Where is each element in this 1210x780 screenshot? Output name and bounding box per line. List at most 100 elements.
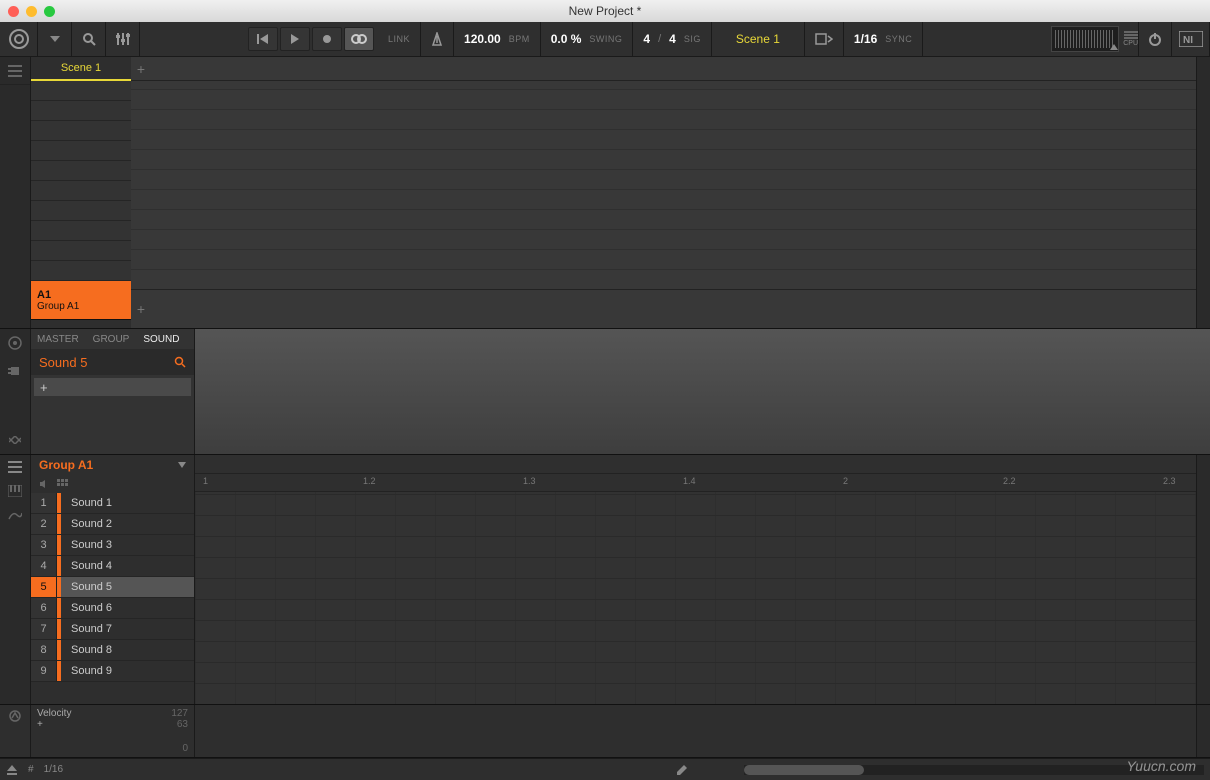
follow-button[interactable]: [805, 22, 844, 56]
sound-row[interactable]: 6 Sound 6: [31, 598, 194, 619]
sound-number: 3: [31, 535, 57, 555]
tab-sound[interactable]: SOUND: [143, 334, 179, 345]
track-row[interactable]: [31, 261, 131, 281]
pattern-view-icon[interactable]: [0, 455, 30, 479]
sound-number: 2: [31, 514, 57, 534]
power-button[interactable]: [1138, 22, 1172, 56]
record-button[interactable]: [312, 27, 342, 51]
arranger-grid[interactable]: [131, 81, 1196, 289]
loop-button[interactable]: [344, 27, 374, 51]
eject-icon[interactable]: [6, 765, 18, 775]
sound-name: Sound 6: [61, 602, 112, 614]
sound-number: 8: [31, 640, 57, 660]
speaker-icon[interactable]: [39, 479, 49, 489]
ruler-tick: 2: [843, 476, 848, 486]
velocity-icon[interactable]: [0, 705, 31, 757]
tab-group[interactable]: GROUP: [93, 334, 130, 345]
track-row[interactable]: [31, 101, 131, 121]
horizontal-scrollbar[interactable]: [744, 765, 1204, 775]
add-scene-button[interactable]: +: [131, 61, 151, 77]
track-row[interactable]: [31, 201, 131, 221]
keyboard-view-icon[interactable]: [0, 479, 30, 503]
velocity-grid[interactable]: [195, 705, 1196, 757]
scene-tab[interactable]: Scene 1: [31, 57, 131, 81]
grid-field[interactable]: 1/16SYNC: [844, 22, 923, 56]
scene-display[interactable]: Scene 1: [712, 22, 805, 56]
sound-row[interactable]: 4Sound 4: [31, 556, 194, 577]
metronome-button[interactable]: [421, 22, 454, 56]
link-button[interactable]: LINK: [374, 22, 421, 56]
sound-name: Sound 7: [61, 623, 112, 635]
pattern-group-title[interactable]: Group A1: [31, 455, 194, 475]
arranger-view-icon[interactable]: [0, 57, 30, 85]
sound-number: 6: [31, 598, 57, 618]
swing-field[interactable]: 0.0 %SWING: [541, 22, 634, 56]
chevron-down-icon[interactable]: [178, 462, 186, 468]
svg-text:NI: NI: [1183, 35, 1193, 46]
pattern-grid[interactable]: [195, 492, 1196, 704]
ruler-tick: 2.2: [1003, 476, 1016, 486]
footer-grid-value[interactable]: 1/16: [44, 764, 63, 775]
sound-name: Sound 3: [61, 539, 112, 551]
plugin-area[interactable]: [195, 329, 1210, 454]
window-title: New Project *: [0, 4, 1210, 18]
restart-button[interactable]: [248, 27, 278, 51]
maschine-logo-icon[interactable]: [0, 22, 38, 56]
sound-number: 5: [31, 577, 57, 597]
arranger-scrollbar[interactable]: [1196, 57, 1210, 328]
minimize-window-button[interactable]: [26, 6, 37, 17]
pattern-ruler[interactable]: 11.21.31.422.22.3: [195, 455, 1196, 492]
sound-row[interactable]: 7Sound 7: [31, 619, 194, 640]
pattern-scrollbar[interactable]: [1196, 455, 1210, 704]
sound-row[interactable]: 3 Sound 3: [31, 535, 194, 556]
channel-icon[interactable]: [0, 329, 30, 357]
sound-number: 9: [31, 661, 57, 681]
time-signature-field[interactable]: 4/4SIG: [633, 22, 711, 56]
sound-row[interactable]: 5 Sound 5: [31, 577, 194, 598]
sound-name: Sound 2: [61, 518, 112, 530]
tempo-field[interactable]: 120.00BPM: [454, 22, 541, 56]
main-toolbar: LINK 120.00BPM 0.0 %SWING 4/4SIG Scene 1…: [0, 22, 1210, 57]
velocity-lane: Velocity127 +63 0: [0, 705, 1210, 758]
dropdown-button[interactable]: [38, 22, 72, 56]
sound-search-icon[interactable]: [174, 356, 186, 368]
track-row[interactable]: [31, 181, 131, 201]
mixer-button[interactable]: [106, 22, 140, 56]
track-row[interactable]: [31, 121, 131, 141]
close-window-button[interactable]: [8, 6, 19, 17]
arranger: Scene 1 A1 Group A1 + +: [0, 57, 1210, 329]
group-header[interactable]: A1 Group A1: [31, 281, 131, 320]
velocity-scrollbar[interactable]: [1196, 705, 1210, 757]
automation-icon[interactable]: [0, 503, 30, 527]
collapse-icon[interactable]: [0, 426, 30, 454]
sound-row[interactable]: 9Sound 9: [31, 661, 194, 682]
browser-button[interactable]: [72, 22, 106, 56]
track-row[interactable]: [31, 221, 131, 241]
sound-panel: MASTER GROUP SOUND Sound 5 +: [0, 329, 1210, 455]
sound-header[interactable]: Sound 5: [31, 349, 194, 375]
ruler-tick: 1.3: [523, 476, 536, 486]
velocity-add-button[interactable]: +: [37, 719, 43, 730]
add-plugin-button[interactable]: +: [34, 378, 191, 396]
play-button[interactable]: [280, 27, 310, 51]
pad-grid-icon[interactable]: [57, 479, 69, 489]
grid-icon[interactable]: #: [28, 764, 34, 775]
sound-name: Sound 5: [61, 581, 112, 593]
plugin-icon[interactable]: [0, 357, 30, 385]
tab-master[interactable]: MASTER: [37, 334, 79, 345]
sound-number: 1: [31, 493, 57, 513]
ni-logo-icon[interactable]: NI: [1172, 22, 1210, 56]
footer: # 1/16: [0, 758, 1210, 780]
sound-row[interactable]: 2 Sound 2: [31, 514, 194, 535]
add-group-button[interactable]: +: [131, 301, 151, 317]
velocity-label: Velocity: [37, 708, 71, 719]
track-row[interactable]: [31, 161, 131, 181]
sound-row[interactable]: 8Sound 8: [31, 640, 194, 661]
zoom-window-button[interactable]: [44, 6, 55, 17]
sound-row[interactable]: 1 Sound 1: [31, 493, 194, 514]
pencil-icon[interactable]: [676, 764, 688, 776]
track-row[interactable]: [31, 141, 131, 161]
track-row[interactable]: [31, 241, 131, 261]
track-row[interactable]: [31, 81, 131, 101]
sound-name: Sound 1: [61, 497, 112, 509]
